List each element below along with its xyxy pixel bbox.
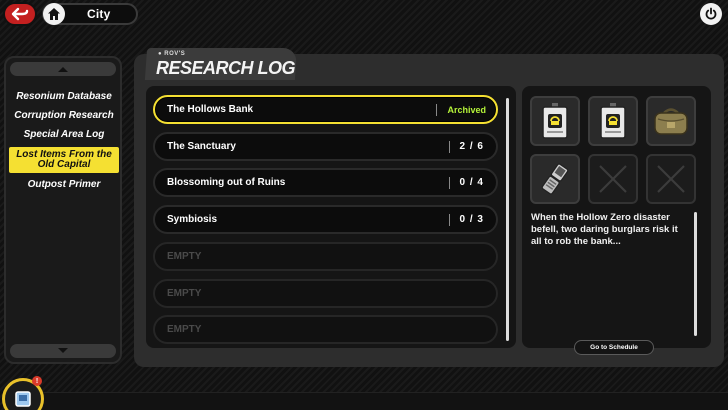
item-slot-6 bbox=[646, 154, 696, 204]
sidebar-item-outpost-primer[interactable]: Outpost Primer bbox=[9, 178, 119, 192]
flip-phone-icon bbox=[541, 163, 569, 195]
item-slot-1[interactable] bbox=[530, 96, 580, 146]
list-item-empty: EMPTY bbox=[153, 242, 498, 271]
list-item-empty: EMPTY bbox=[153, 315, 498, 344]
back-button[interactable] bbox=[3, 2, 37, 26]
list-item-sanctuary[interactable]: The Sanctuary 2 / 6 bbox=[153, 132, 498, 161]
category-sidebar: Resonium Database Corruption Research Sp… bbox=[4, 56, 122, 364]
progress-count: 0 / 4 bbox=[459, 177, 484, 188]
list-item-title: EMPTY bbox=[167, 324, 202, 335]
power-icon bbox=[705, 7, 717, 20]
sidebar-item-corruption-research[interactable]: Corruption Research bbox=[9, 109, 119, 123]
sidebar-list: Resonium Database Corruption Research Sp… bbox=[9, 90, 119, 197]
empty-slot-icon bbox=[599, 165, 627, 193]
device-icon bbox=[15, 391, 31, 407]
list-item-title: EMPTY bbox=[167, 251, 202, 262]
id-badge-icon bbox=[542, 103, 568, 139]
chevron-up-icon bbox=[58, 67, 68, 72]
list-item-blossoming[interactable]: Blossoming out of Ruins 0 / 4 bbox=[153, 168, 498, 197]
page-title: RESEARCH LOG bbox=[156, 58, 296, 78]
description-scrollbar[interactable] bbox=[694, 212, 697, 336]
item-slot-3[interactable] bbox=[646, 96, 696, 146]
status-badge: Archived bbox=[447, 104, 486, 115]
location-pill[interactable]: City bbox=[42, 3, 138, 25]
sidebar-scroll-down[interactable] bbox=[10, 344, 116, 358]
item-slot-4[interactable] bbox=[530, 154, 580, 204]
duffel-bag-icon bbox=[654, 108, 688, 135]
progress-count: 0 / 3 bbox=[459, 214, 484, 225]
id-badge-icon bbox=[600, 103, 626, 139]
sidebar-item-special-area-log[interactable]: Special Area Log bbox=[9, 128, 119, 142]
divider bbox=[448, 213, 450, 226]
sidebar-scroll-up[interactable] bbox=[10, 62, 116, 76]
notification-badge: ! bbox=[32, 376, 42, 386]
item-slot-5 bbox=[588, 154, 638, 204]
sidebar-item-resonium-database[interactable]: Resonium Database bbox=[9, 90, 119, 104]
chevron-down-icon bbox=[58, 348, 68, 353]
back-arrow-icon bbox=[11, 7, 29, 21]
power-button[interactable] bbox=[700, 3, 722, 25]
list-item-title: Blossoming out of Ruins bbox=[167, 177, 286, 188]
list-item-title: EMPTY bbox=[167, 288, 202, 299]
item-slot-2[interactable] bbox=[588, 96, 638, 146]
home-icon[interactable] bbox=[43, 3, 65, 25]
progress-count: 2 / 6 bbox=[459, 141, 484, 152]
divider bbox=[448, 140, 450, 153]
list-item-title: The Hollows Bank bbox=[167, 104, 254, 115]
empty-slot-icon bbox=[657, 165, 685, 193]
divider bbox=[448, 176, 450, 189]
list-item-hollows-bank[interactable]: The Hollows Bank Archived bbox=[153, 95, 498, 124]
go-to-schedule-button[interactable]: Go to Schedule bbox=[574, 340, 654, 355]
bottom-bar bbox=[40, 392, 728, 410]
divider bbox=[436, 103, 438, 116]
list-item-title: Symbiosis bbox=[167, 214, 218, 225]
list-item-symbiosis[interactable]: Symbiosis 0 / 3 bbox=[153, 205, 498, 234]
list-item-empty: EMPTY bbox=[153, 279, 498, 308]
location-label: City bbox=[87, 7, 111, 21]
item-description: When the Hollow Zero disaster befell, tw… bbox=[531, 212, 678, 247]
list-item-title: The Sanctuary bbox=[167, 141, 236, 152]
owner-label: ● ROV'S bbox=[158, 51, 186, 57]
list-scrollbar[interactable] bbox=[506, 98, 509, 341]
sidebar-item-lost-items[interactable]: Lost Items From the Old Capital bbox=[9, 147, 119, 173]
